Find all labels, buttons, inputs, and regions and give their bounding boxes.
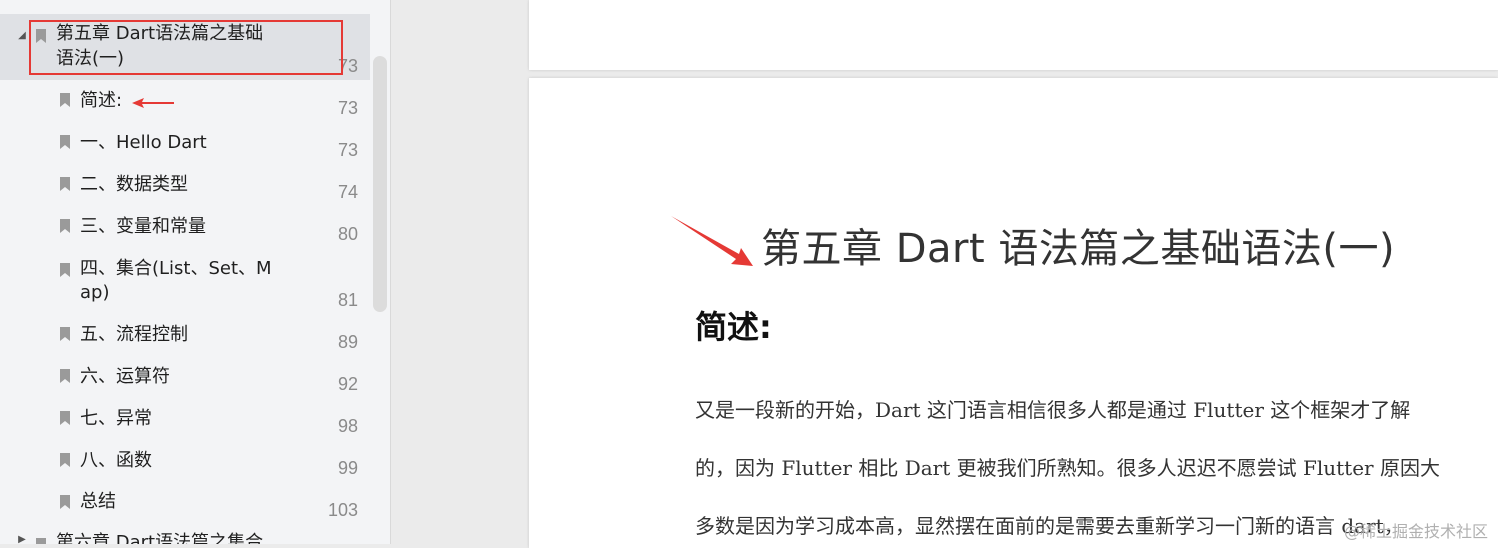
previous-page — [529, 0, 1498, 70]
bookmark-icon — [36, 538, 46, 544]
bookmark-label: 一、Hello Dart — [80, 132, 207, 153]
bookmark-page-number: 103 — [327, 500, 358, 520]
current-page: 第五章 Dart 语法篇之基础语法(一) 简述: 又是一段新的开始，Dart 这… — [529, 78, 1498, 548]
bookmark-page-number: 80 — [337, 224, 358, 244]
bookmark-item-hello-dart[interactable]: 一、Hello Dart 73 — [0, 130, 370, 170]
bookmark-label: 五、流程控制 — [80, 324, 188, 345]
bookmark-page-number: 89 — [337, 332, 358, 352]
bookmark-page-number: 74 — [337, 182, 358, 202]
paragraph-line: 多数是因为学习成本高，显然摆在面前的是需要去重新学习一门新的语言 dart， — [695, 514, 1404, 538]
bookmark-icon — [60, 411, 70, 425]
bookmark-item-chapter-6[interactable]: ▶ 第六章 Dart语法篇之集合 — [0, 532, 370, 544]
bookmark-label: 简述: — [80, 90, 123, 111]
expand-triangle-icon[interactable]: ▶ — [16, 534, 28, 544]
bookmark-icon — [60, 495, 70, 509]
bookmark-page-number: 98 — [337, 416, 358, 436]
bookmark-item-collections[interactable]: 四、集合(List、Set、M ap) 81 — [0, 256, 370, 318]
bookmark-label: 七、异常 — [80, 408, 152, 429]
bookmark-icon — [60, 93, 70, 107]
bookmark-page-number: 73 — [337, 98, 358, 118]
red-arrow-icon — [671, 216, 753, 266]
bookmark-label: 八、函数 — [80, 450, 152, 471]
bookmark-label: 总结 — [80, 491, 116, 512]
bookmark-page-number: 52 — [338, 0, 358, 5]
bookmark-item-variables[interactable]: 三、变量和常量 80 — [0, 214, 370, 254]
bookmark-item-functions[interactable]: 八、函数 99 — [0, 448, 370, 488]
bookmark-page-number: 81 — [337, 290, 358, 310]
bookmark-label: 二、数据类型 — [80, 174, 188, 195]
bookmark-label: 四、集合(List、Set、M — [80, 258, 272, 279]
paragraph-line: 的，因为 Flutter 相比 Dart 更被我们所熟知。很多人迟迟不愿尝试 F… — [695, 456, 1440, 480]
document-viewer[interactable]: 第五章 Dart 语法篇之基础语法(一) 简述: 又是一段新的开始，Dart 这… — [391, 0, 1498, 548]
section-title: 简述: — [695, 308, 772, 346]
bookmark-page-number: 73 — [337, 140, 358, 160]
bookmark-item-conclusion[interactable]: 总结 103 — [0, 490, 370, 530]
bookmark-label: 第六章 Dart语法篇之集合 — [56, 532, 264, 544]
bookmark-icon — [60, 135, 70, 149]
bookmark-icon — [60, 177, 70, 191]
bookmark-panel: 52 ◢ 第五章 Dart语法篇之基础 语法(一) 73 简述: 73 一、He… — [0, 0, 391, 544]
bookmark-label-line2: ap) — [80, 282, 110, 303]
collapse-triangle-icon[interactable]: ◢ — [16, 30, 28, 41]
bookmark-item-summary[interactable]: 简述: 73 — [0, 88, 370, 128]
sidebar-scrollbar[interactable] — [373, 56, 387, 312]
chapter-title: 第五章 Dart 语法篇之基础语法(一) — [761, 226, 1396, 272]
bookmark-label: 三、变量和常量 — [80, 216, 206, 237]
bookmark-label: 六、运算符 — [80, 366, 170, 387]
bookmark-icon — [60, 327, 70, 341]
bookmark-icon — [60, 263, 70, 277]
bookmark-item-partial-top[interactable]: 52 — [0, 0, 370, 6]
bookmark-page-number: 92 — [337, 374, 358, 394]
bookmark-icon — [60, 369, 70, 383]
bookmark-item-data-types[interactable]: 二、数据类型 74 — [0, 172, 370, 212]
red-arrow-icon — [132, 98, 174, 108]
bookmark-icon — [60, 453, 70, 467]
bookmark-icon — [60, 219, 70, 233]
bookmark-item-control-flow[interactable]: 五、流程控制 89 — [0, 322, 370, 362]
bookmark-item-operators[interactable]: 六、运算符 92 — [0, 364, 370, 404]
watermark: @稀土掘金技术社区 — [1343, 522, 1488, 541]
red-highlight-box — [29, 20, 343, 75]
bookmark-page-number: 99 — [337, 458, 358, 478]
paragraph-line: 又是一段新的开始，Dart 这门语言相信很多人都是通过 Flutter 这个框架… — [695, 398, 1411, 422]
bookmark-item-exceptions[interactable]: 七、异常 98 — [0, 406, 370, 446]
